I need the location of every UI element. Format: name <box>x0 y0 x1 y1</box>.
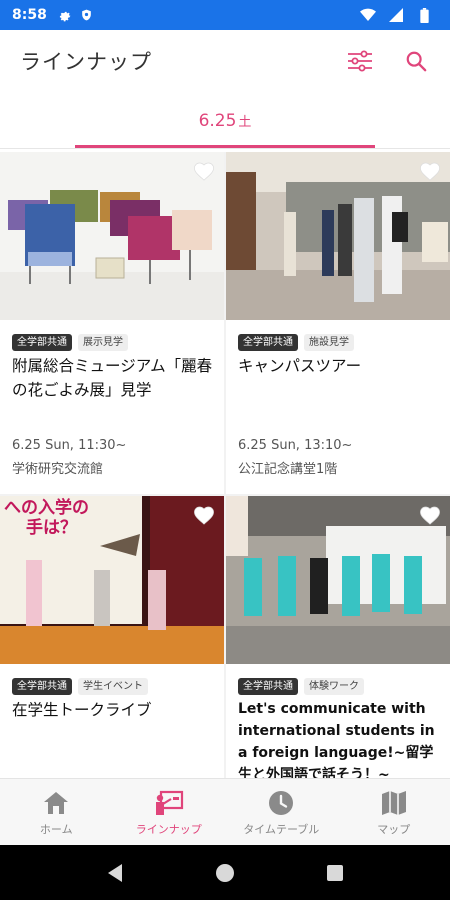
shield-icon <box>79 7 95 23</box>
recents-square-icon[interactable] <box>321 859 349 887</box>
nav-label: タイムテーブル <box>243 822 320 836</box>
status-time: 8:58 <box>12 7 47 23</box>
tab-date-label: 6.25 <box>198 110 237 131</box>
nav-label: ホーム <box>39 822 73 836</box>
event-date: 6.25 Sun, 13:10~ <box>238 438 353 453</box>
event-title: Let's communicate with international stu… <box>238 701 435 778</box>
favorite-heart-icon[interactable] <box>193 161 215 181</box>
nav-home[interactable]: ホーム <box>0 779 113 845</box>
event-tags: 全学部共通 学生イベント <box>12 678 148 695</box>
status-bar: 8:58 <box>0 0 450 30</box>
event-tags: 全学部共通 体験ワーク <box>238 678 364 695</box>
tag-category: 展示見学 <box>78 334 128 351</box>
tab-indicator <box>75 145 375 148</box>
tag-department: 全学部共通 <box>238 678 298 695</box>
nav-map[interactable]: マップ <box>338 779 450 845</box>
event-place: 公江記念講堂1階 <box>238 462 338 477</box>
event-title: キャンパスツアー <box>238 357 362 375</box>
tag-category: 学生イベント <box>78 678 148 695</box>
lineup-grid: 全学部共通 展示見学 附属総合ミュージアム「麗春の花ごよみ展」見学 6.25 S… <box>0 152 450 778</box>
favorite-heart-icon[interactable] <box>193 505 215 525</box>
event-tags: 全学部共通 展示見学 <box>12 334 128 351</box>
filter-sliders-icon[interactable] <box>346 47 374 75</box>
settings-gear-icon <box>57 7 73 23</box>
event-tags: 全学部共通 施設見学 <box>238 334 354 351</box>
date-tab-bar: 6.25 土 <box>0 92 450 149</box>
map-icon <box>379 788 409 818</box>
favorite-heart-icon[interactable] <box>419 505 441 525</box>
event-date: 6.25 Sun, 11:30~ <box>12 438 127 453</box>
event-photo-talk-live: への入学の 手は？ <box>0 496 224 664</box>
event-title: 附属総合ミュージアム「麗春の花ごよみ展」見学 <box>12 357 213 399</box>
event-card[interactable]: への入学の 手は？ 全学部共通 学生イベント 在学生トークライブ <box>0 496 224 778</box>
signal-icon <box>388 7 404 23</box>
event-card[interactable]: 全学部共通 体験ワーク Let's communicate with inter… <box>226 496 450 778</box>
battery-icon <box>416 7 432 23</box>
app-screen: 8:58 ラインナップ 6.25 土 全学部共通 展示見学 附属総合ミュージアム… <box>0 0 450 900</box>
app-bar: ラインナップ <box>0 30 450 92</box>
tab-date-0625[interactable]: 6.25 土 <box>75 92 375 149</box>
back-triangle-icon[interactable] <box>101 859 129 887</box>
home-icon <box>41 788 71 818</box>
event-photo-kimono-exhibit <box>0 152 224 320</box>
tab-weekday-label: 土 <box>238 115 252 130</box>
event-place: 学術研究交流館 <box>12 462 104 477</box>
bottom-navigation: ホーム ラインナップ タイムテーブル マップ <box>0 778 450 845</box>
slide-text: への入学の 手は？ <box>4 498 89 538</box>
slide-text-line: への入学の <box>4 498 89 518</box>
slide-text-line: 手は？ <box>26 518 77 538</box>
tag-department: 全学部共通 <box>238 334 298 351</box>
event-card[interactable]: 全学部共通 展示見学 附属総合ミュージアム「麗春の花ごよみ展」見学 6.25 S… <box>0 152 224 494</box>
page-title: ラインナップ <box>20 50 152 74</box>
clock-icon <box>266 788 296 818</box>
tag-category: 施設見学 <box>304 334 354 351</box>
nav-label: マップ <box>377 822 411 836</box>
tag-department: 全学部共通 <box>12 678 72 695</box>
favorite-heart-icon[interactable] <box>419 161 441 181</box>
tag-category: 体験ワーク <box>304 678 364 695</box>
event-photo-international-students <box>226 496 450 664</box>
event-photo-campus-tour <box>226 152 450 320</box>
home-circle-icon[interactable] <box>211 859 239 887</box>
presentation-icon <box>154 788 184 818</box>
tag-department: 全学部共通 <box>12 334 72 351</box>
wifi-icon <box>360 7 376 23</box>
nav-lineup[interactable]: ラインナップ <box>113 779 226 845</box>
nav-timetable[interactable]: タイムテーブル <box>225 779 338 845</box>
nav-label: ラインナップ <box>135 822 202 836</box>
event-title: 在学生トークライブ <box>12 701 152 719</box>
system-navigation-bar <box>0 845 450 900</box>
event-card[interactable]: 全学部共通 施設見学 キャンパスツアー 6.25 Sun, 13:10~ 公江記… <box>226 152 450 494</box>
search-icon[interactable] <box>402 47 430 75</box>
